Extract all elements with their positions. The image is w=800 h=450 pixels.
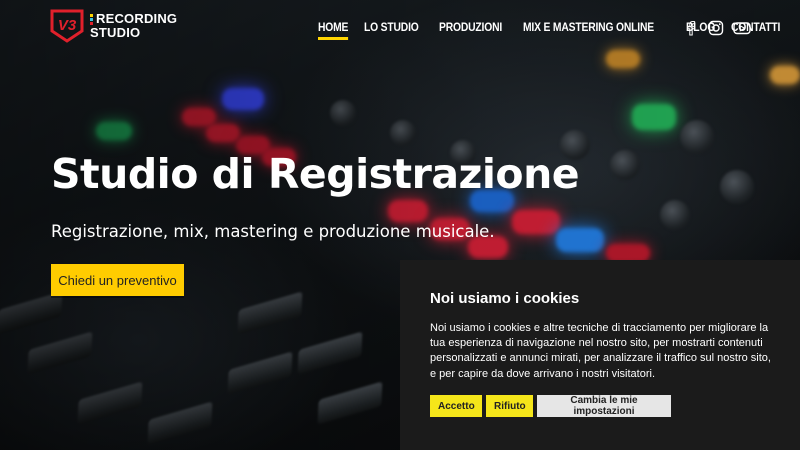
- hero-subtitle: Registrazione, mix, mastering e produzio…: [51, 222, 495, 241]
- instagram-icon[interactable]: [707, 19, 725, 37]
- logo-color-dots-icon: [90, 14, 93, 26]
- hero-title: Studio di Registrazione: [51, 150, 580, 198]
- request-quote-button[interactable]: Chiedi un preventivo: [51, 264, 184, 296]
- cookie-accept-button[interactable]: Accetto: [430, 395, 482, 417]
- cookie-title: Noi usiamo i cookies: [430, 290, 580, 307]
- logo-line-studio: STUDIO: [90, 25, 141, 40]
- site-logo[interactable]: V3 RECORDING STUDIO: [50, 9, 177, 43]
- cookie-settings-button[interactable]: Cambia le mie impostazioni: [537, 395, 671, 417]
- nav-home[interactable]: HOME: [318, 20, 349, 40]
- nav-mix-mastering-online[interactable]: MIX E MASTERING ONLINE: [523, 20, 654, 34]
- v3-logo-icon: V3: [50, 9, 84, 43]
- site-header: V3 RECORDING STUDIO HOME LO STUDIO PRODU…: [0, 0, 800, 56]
- main-nav: HOME LO STUDIO PRODUZIONI MIX E MASTERIN…: [318, 20, 800, 40]
- nav-lo-studio[interactable]: LO STUDIO: [364, 20, 419, 34]
- cookie-buttons: Accetto Rifiuto Cambia le mie impostazio…: [430, 395, 671, 417]
- cookie-reject-button[interactable]: Rifiuto: [486, 395, 533, 417]
- logo-line-recording: RECORDING: [90, 12, 177, 26]
- facebook-icon[interactable]: [682, 19, 700, 37]
- nav-produzioni[interactable]: PRODUZIONI: [439, 20, 502, 34]
- svg-text:V3: V3: [58, 17, 77, 34]
- youtube-icon[interactable]: [732, 19, 752, 37]
- cookie-banner: Noi usiamo i cookies Noi usiamo i cookie…: [400, 260, 800, 450]
- cookie-text: Noi usiamo i cookies e altre tecniche di…: [430, 322, 771, 380]
